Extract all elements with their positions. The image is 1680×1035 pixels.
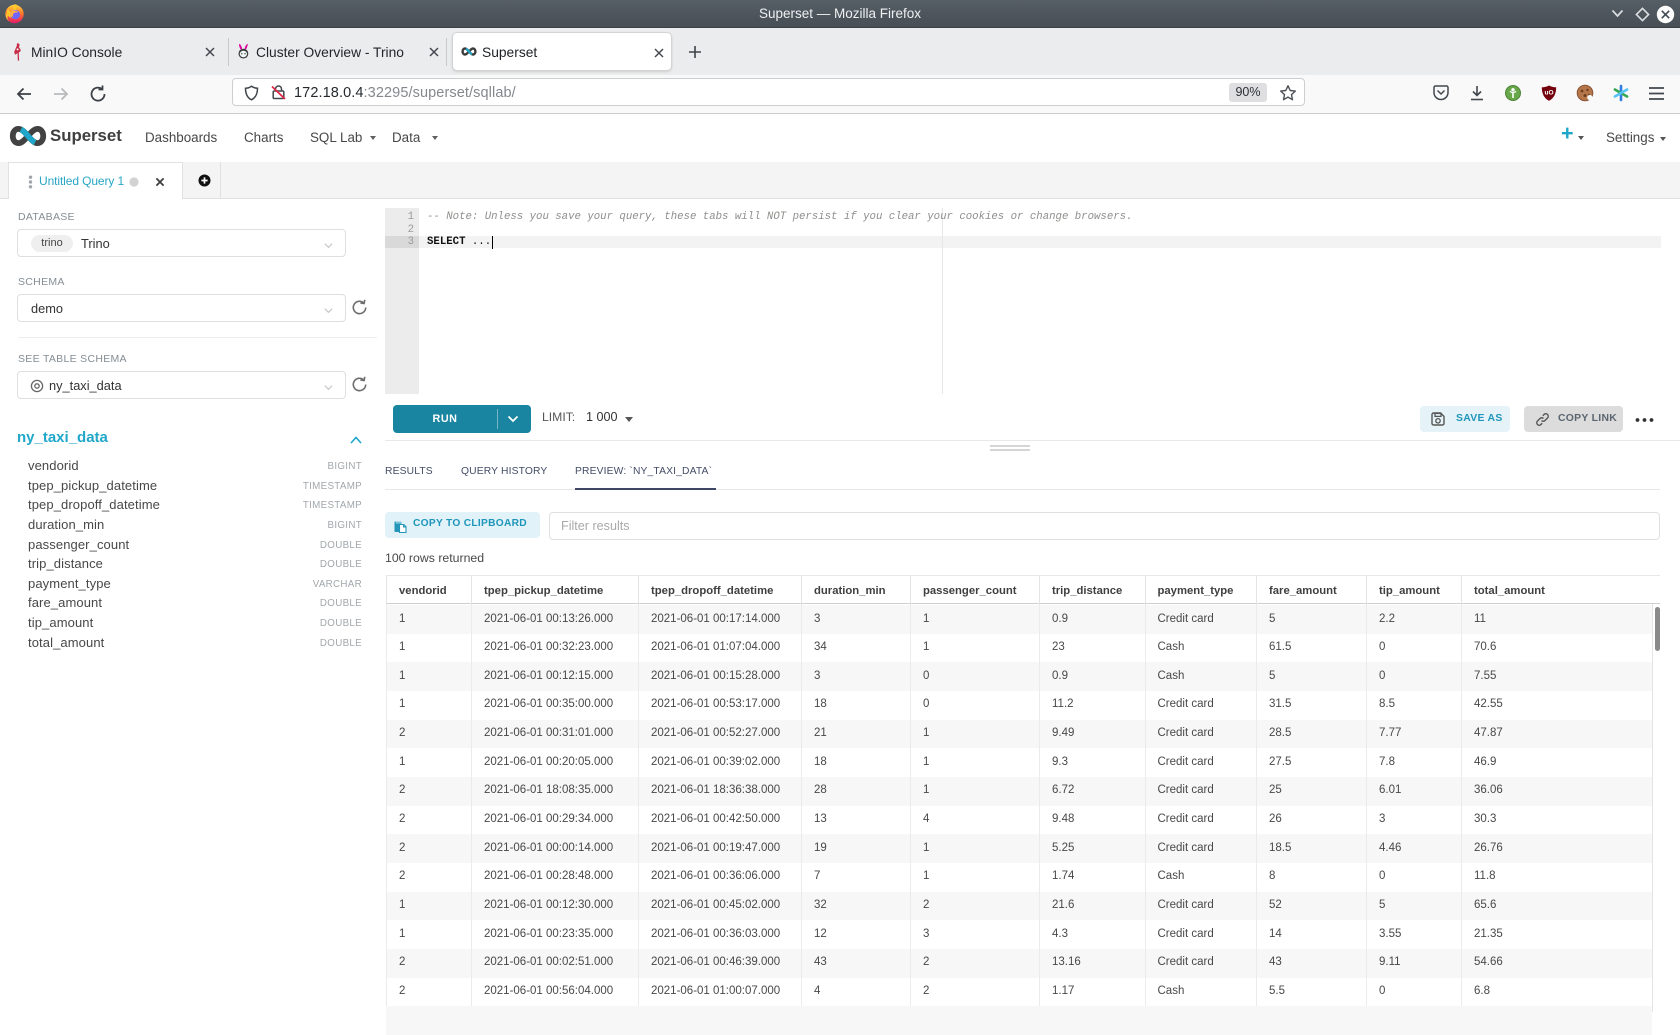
svg-text:uO: uO [1544, 90, 1553, 97]
